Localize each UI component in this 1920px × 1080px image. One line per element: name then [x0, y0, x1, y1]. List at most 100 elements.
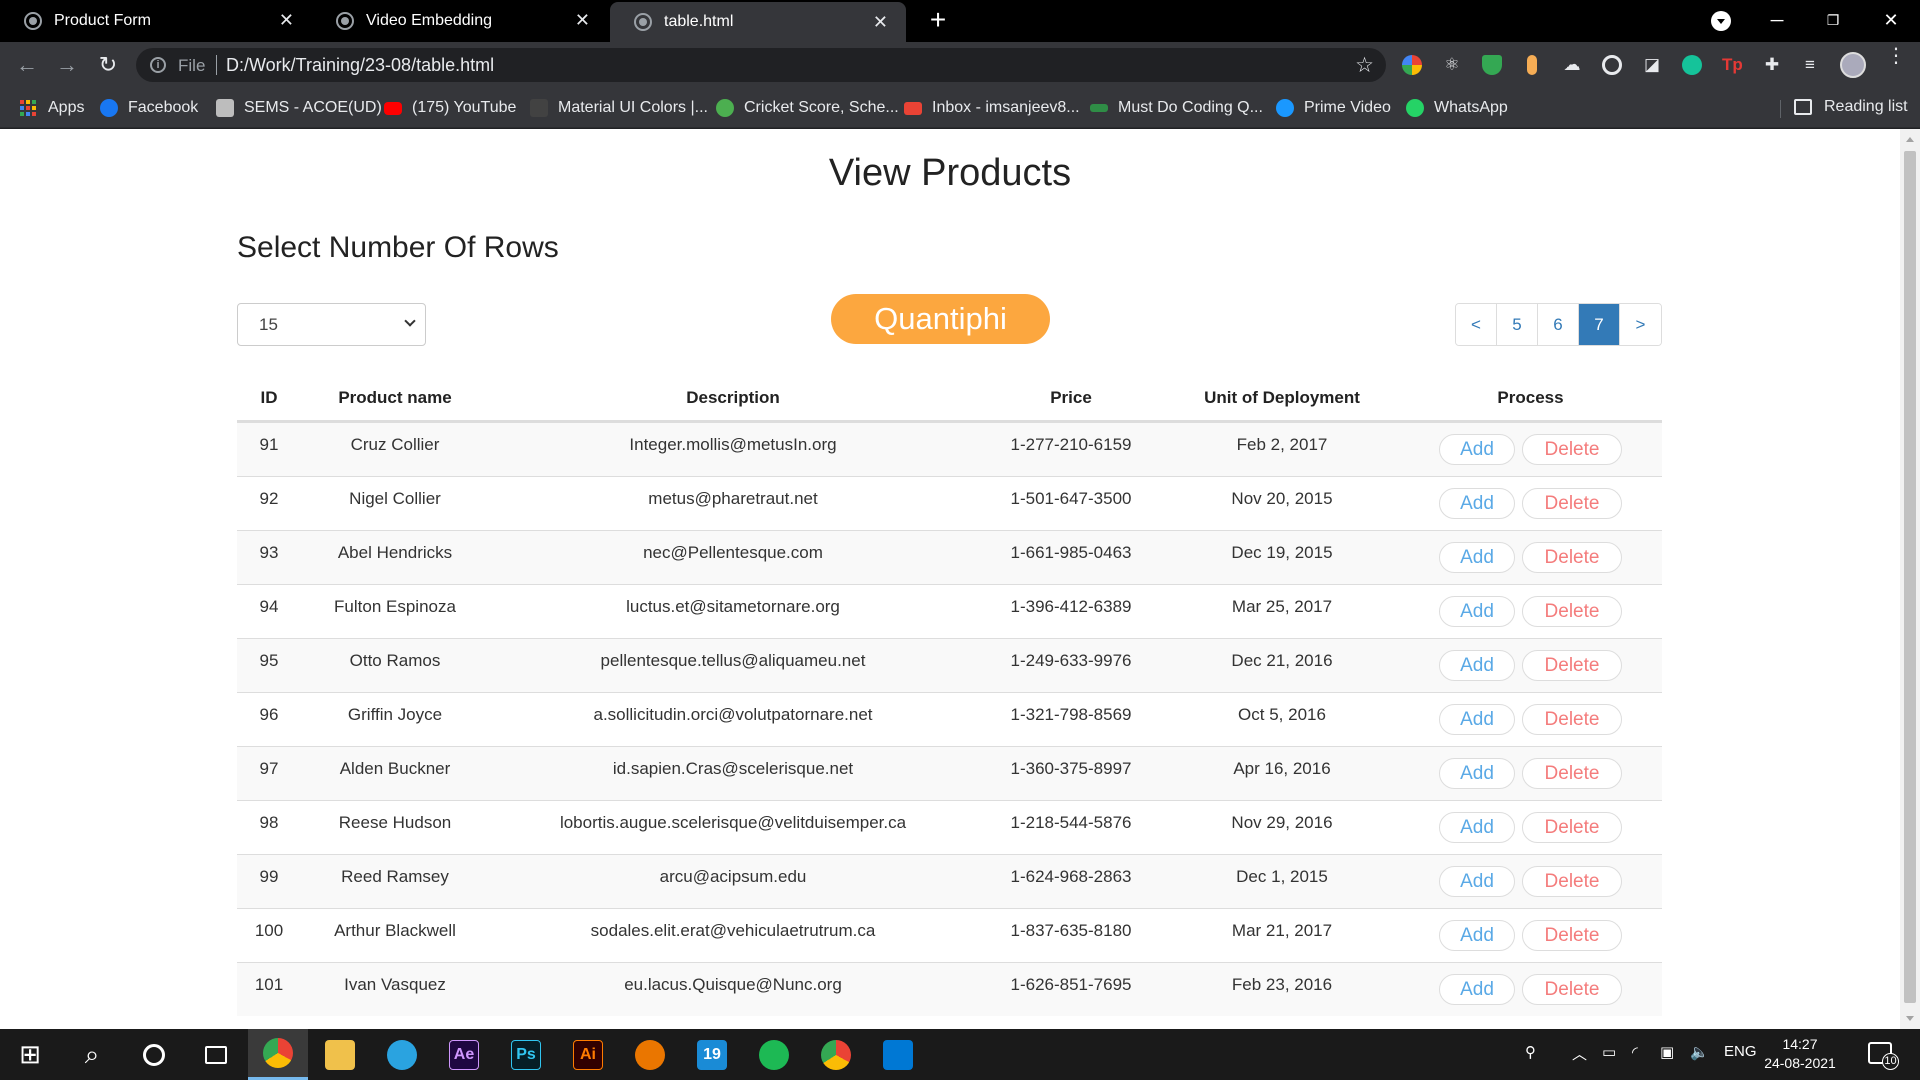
adblock-shield-icon[interactable] — [1482, 55, 1502, 75]
add-button[interactable]: Add — [1439, 812, 1515, 843]
add-button[interactable]: Add — [1439, 920, 1515, 951]
language-indicator[interactable]: ENG — [1724, 1043, 1757, 1060]
display-icon[interactable]: ▣ — [1660, 1043, 1674, 1061]
tab-search-icon[interactable] — [1711, 11, 1731, 31]
taskbar-task-view[interactable] — [186, 1029, 246, 1080]
reload-icon[interactable]: ↻ — [93, 50, 123, 80]
taskbar-search[interactable]: ⌕ — [62, 1029, 122, 1080]
taskbar-after-effects[interactable]: Ae — [434, 1029, 494, 1080]
info-icon[interactable]: i — [150, 57, 166, 73]
media-control-icon[interactable]: ≡ — [1800, 55, 1820, 75]
screen-capture-icon[interactable]: ◪ — [1642, 55, 1662, 75]
pagination-page-6[interactable]: 6 — [1538, 304, 1579, 345]
tab-table-html[interactable]: table.html ✕ — [610, 2, 906, 42]
add-button[interactable]: Add — [1439, 650, 1515, 681]
add-button[interactable]: Add — [1439, 596, 1515, 627]
add-button[interactable]: Add — [1439, 542, 1515, 573]
scroll-up-arrow-icon[interactable] — [1906, 137, 1914, 142]
delete-button[interactable]: Delete — [1522, 920, 1622, 951]
minimize-button[interactable]: ─ — [1752, 0, 1802, 42]
bookmark-star-icon[interactable]: ☆ — [1355, 53, 1374, 78]
close-icon[interactable]: ✕ — [575, 10, 590, 31]
pagination-page-5[interactable]: 5 — [1497, 304, 1538, 345]
new-tab-button[interactable]: + — [924, 6, 952, 34]
taskbar-photoshop[interactable]: Ps — [496, 1029, 556, 1080]
taskbar-chrome[interactable] — [248, 1029, 308, 1080]
address-bar[interactable]: i File D:/Work/Training/23-08/table.html… — [136, 48, 1386, 82]
delete-button[interactable]: Delete — [1522, 650, 1622, 681]
profile-avatar[interactable] — [1840, 52, 1866, 78]
record-extension-icon[interactable] — [1602, 55, 1622, 75]
bookmark-whatsapp[interactable]: WhatsApp — [1406, 98, 1508, 118]
tp-extension-icon[interactable]: Tp — [1722, 55, 1743, 75]
restore-button[interactable]: ❐ — [1808, 0, 1858, 42]
system-clock[interactable]: 14:27 24-08-2021 — [1760, 1035, 1840, 1073]
bookmark-prime-video[interactable]: Prime Video — [1276, 98, 1391, 118]
close-icon[interactable]: ✕ — [279, 10, 294, 31]
extension-icon[interactable] — [1527, 55, 1537, 75]
bookmark-apps[interactable]: Apps — [20, 98, 84, 118]
add-button[interactable]: Add — [1439, 758, 1515, 789]
add-button[interactable]: Add — [1439, 704, 1515, 735]
people-icon[interactable]: ⚲ — [1525, 1043, 1536, 1061]
add-button[interactable]: Add — [1439, 974, 1515, 1005]
scroll-down-arrow-icon[interactable] — [1906, 1016, 1914, 1021]
pagination-page-7[interactable]: 7 — [1579, 304, 1620, 345]
add-button[interactable]: Add — [1439, 866, 1515, 897]
volume-icon[interactable]: 🔈 — [1690, 1043, 1709, 1061]
grammarly-icon[interactable] — [1682, 55, 1702, 75]
delete-button[interactable]: Delete — [1522, 812, 1622, 843]
reading-list-button[interactable]: Reading list — [1794, 98, 1908, 116]
rows-per-page-select[interactable]: 15 — [237, 303, 426, 346]
bookmark-must-do-coding[interactable]: Must Do Coding Q... — [1090, 98, 1263, 118]
battery-icon[interactable]: ▭ — [1602, 1043, 1616, 1061]
more-menu-icon[interactable]: ⋮ — [1886, 46, 1906, 66]
forward-arrow-icon[interactable]: → — [52, 50, 82, 80]
notification-center-icon[interactable]: 10 — [1868, 1042, 1899, 1070]
tab-product-form[interactable]: Product Form ✕ — [0, 0, 312, 42]
scrollbar-thumb[interactable] — [1904, 151, 1916, 1003]
delete-button[interactable]: Delete — [1522, 758, 1622, 789]
bookmark-sems[interactable]: SEMS - ACOE(UD) — [216, 98, 382, 118]
vertical-scrollbar[interactable] — [1900, 129, 1920, 1029]
taskbar-cortana[interactable] — [124, 1029, 184, 1080]
delete-button[interactable]: Delete — [1522, 974, 1622, 1005]
wifi-icon[interactable]: ◜ — [1632, 1043, 1638, 1061]
bookmark-youtube[interactable]: (175) YouTube — [384, 98, 516, 118]
bookmark-facebook[interactable]: Facebook — [100, 98, 198, 118]
close-window-button[interactable]: ✕ — [1866, 0, 1916, 42]
add-button[interactable]: Add — [1439, 488, 1515, 519]
pagination-prev[interactable]: < — [1456, 304, 1497, 345]
tab-video-embedding[interactable]: Video Embedding ✕ — [312, 0, 608, 42]
react-devtools-icon[interactable]: ⚛ — [1442, 55, 1462, 75]
taskbar-illustrator[interactable]: Ai — [558, 1029, 618, 1080]
bookmark-inbox[interactable]: Inbox - imsanjeev8... — [904, 98, 1080, 118]
apps-grid-icon — [20, 100, 36, 116]
delete-button[interactable]: Delete — [1522, 704, 1622, 735]
back-arrow-icon[interactable]: ← — [12, 50, 42, 80]
extensions-puzzle-icon[interactable]: ✚ — [1762, 55, 1782, 75]
delete-button[interactable]: Delete — [1522, 488, 1622, 519]
delete-button[interactable]: Delete — [1522, 866, 1622, 897]
delete-button[interactable]: Delete — [1522, 542, 1622, 573]
pagination-next[interactable]: > — [1620, 304, 1661, 345]
cloud-extension-icon[interactable]: ☁ — [1562, 55, 1582, 75]
bookmark-material-ui-colors[interactable]: Material UI Colors |... — [530, 98, 708, 118]
delete-button[interactable]: Delete — [1522, 596, 1622, 627]
color-picker-extension-icon[interactable] — [1402, 55, 1422, 75]
delete-button[interactable]: Delete — [1522, 434, 1622, 465]
add-button[interactable]: Add — [1439, 434, 1515, 465]
taskbar-spotify[interactable] — [744, 1029, 804, 1080]
taskbar-telegram[interactable] — [372, 1029, 432, 1080]
taskbar-start[interactable]: ⊞ — [0, 1029, 60, 1080]
chrome-icon — [263, 1038, 293, 1068]
bookmark-cricket-score[interactable]: Cricket Score, Sche... — [716, 98, 899, 118]
url-text[interactable]: D:/Work/Training/23-08/table.html — [226, 55, 494, 76]
close-icon[interactable]: ✕ — [873, 12, 888, 33]
taskbar-vscode[interactable] — [868, 1029, 928, 1080]
taskbar-app-19[interactable]: 19 — [682, 1029, 742, 1080]
taskbar-file-explorer[interactable] — [310, 1029, 370, 1080]
show-hidden-icons-chevron-icon[interactable]: ︿ — [1572, 1043, 1587, 1064]
taskbar-blender[interactable] — [620, 1029, 680, 1080]
taskbar-chrome-profile[interactable] — [806, 1029, 866, 1080]
